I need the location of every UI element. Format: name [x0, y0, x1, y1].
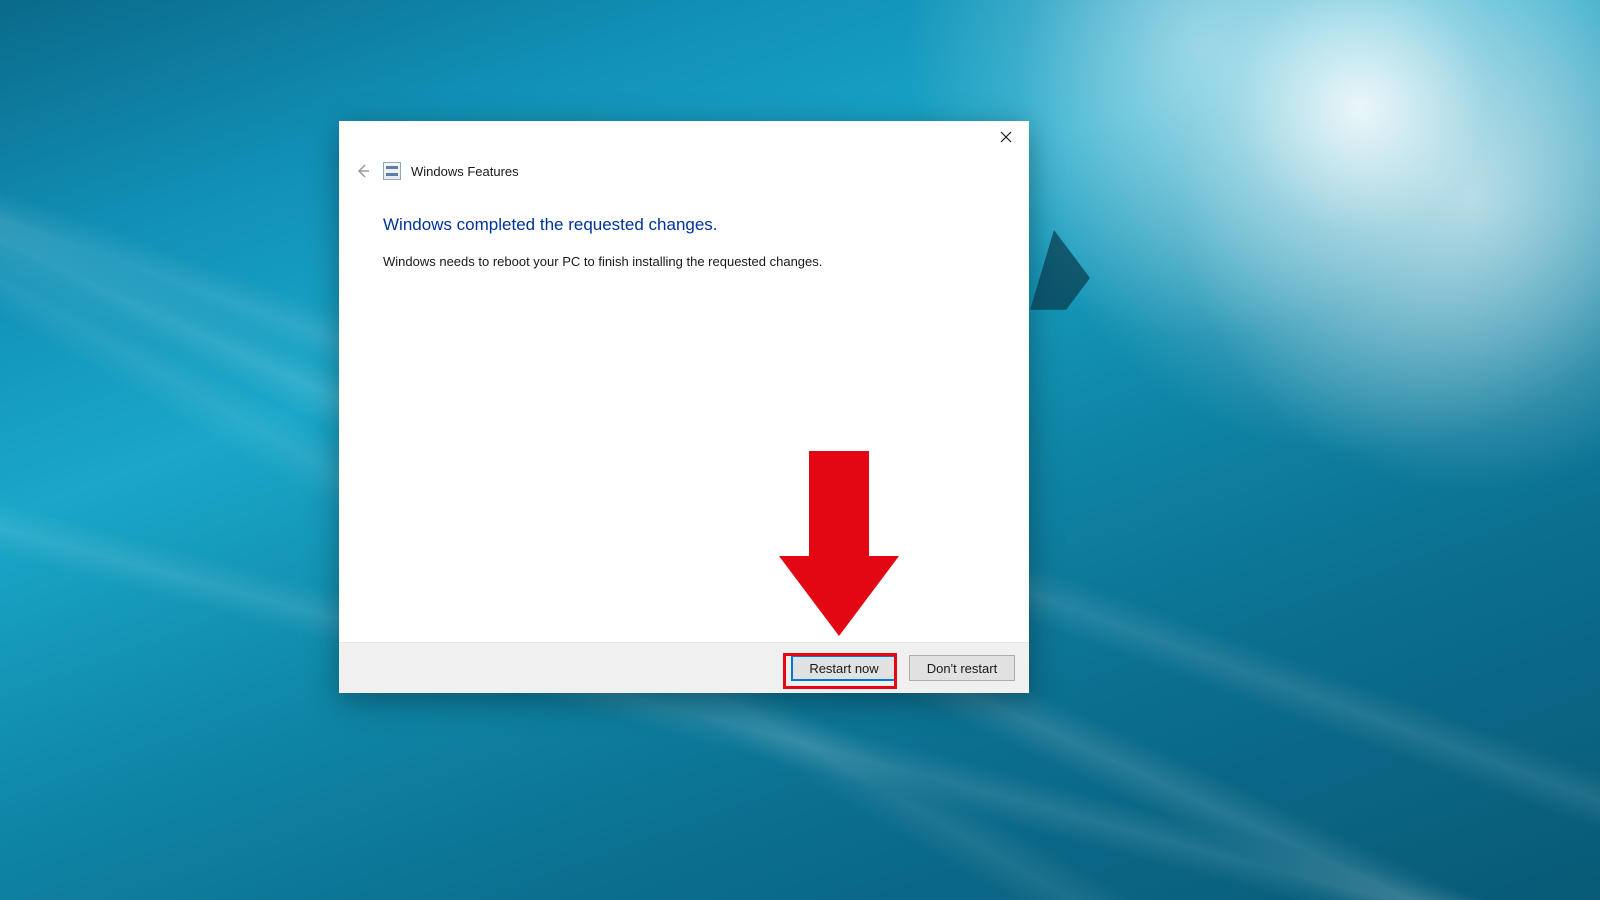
- dialog-title: Windows Features: [411, 164, 519, 179]
- dialog-footer: Restart now Don't restart: [339, 642, 1029, 693]
- dialog-heading: Windows completed the requested changes.: [383, 215, 985, 235]
- dialog-header: Windows Features: [339, 157, 1029, 191]
- windows-features-dialog: Windows Features Windows completed the r…: [339, 121, 1029, 693]
- restart-now-button[interactable]: Restart now: [791, 655, 897, 681]
- close-icon: [1000, 131, 1012, 143]
- dialog-titlebar: [339, 121, 1029, 157]
- dialog-body-text: Windows needs to reboot your PC to finis…: [383, 253, 985, 271]
- back-arrow-icon: [353, 163, 373, 179]
- desktop-background: Windows Features Windows completed the r…: [0, 0, 1600, 900]
- close-button[interactable]: [983, 121, 1029, 153]
- windows-features-icon: [383, 162, 401, 180]
- dont-restart-button[interactable]: Don't restart: [909, 655, 1015, 681]
- dialog-content: Windows completed the requested changes.…: [339, 191, 1029, 642]
